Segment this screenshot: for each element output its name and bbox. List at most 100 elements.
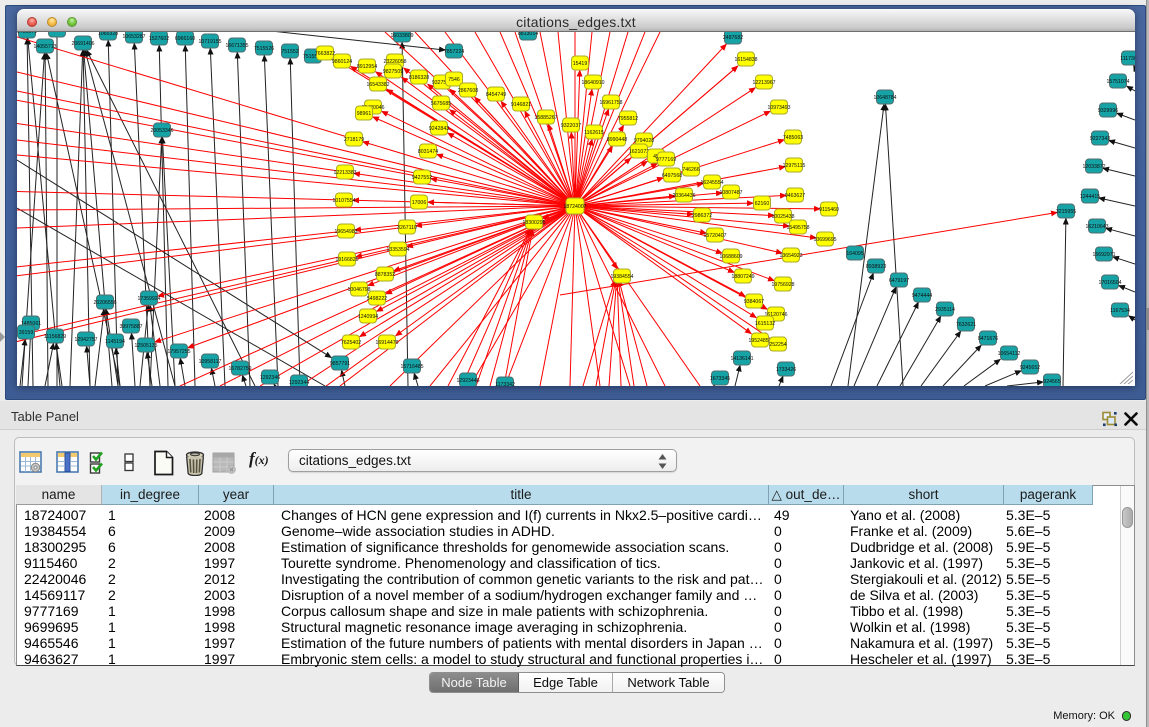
svg-text:8471676: 8471676	[978, 336, 998, 342]
svg-text:17006: 17006	[412, 200, 427, 206]
svg-text:9227343: 9227343	[1090, 136, 1110, 142]
svg-text:13353594: 13353594	[386, 247, 409, 253]
svg-text:1527602: 1527602	[149, 36, 169, 42]
svg-text:16543382: 16543382	[366, 82, 389, 88]
svg-text:1405571: 1405571	[17, 32, 37, 35]
svg-text:3267110: 3267110	[397, 225, 417, 231]
svg-text:19756928: 19756928	[771, 282, 794, 288]
svg-text:1173342: 1173342	[495, 382, 515, 386]
svg-text:17016504: 17016504	[1098, 280, 1121, 286]
svg-text:16154838: 16154838	[734, 57, 757, 63]
svg-text:1145194: 1145194	[105, 339, 125, 345]
svg-text:7663822: 7663822	[315, 51, 335, 57]
svg-text:17957255: 17957255	[167, 349, 190, 355]
svg-text:19166825: 19166825	[335, 257, 358, 263]
svg-text:924565: 924565	[1043, 379, 1060, 385]
svg-text:8813014: 8813014	[518, 32, 538, 37]
svg-text:10654112: 10654112	[998, 351, 1021, 357]
svg-text:18300295: 18300295	[522, 220, 545, 226]
svg-text:10688609: 10688609	[719, 254, 742, 260]
svg-text:16671355: 16671355	[225, 43, 248, 49]
svg-text:9322037: 9322037	[561, 123, 581, 129]
svg-text:14136141: 14136141	[730, 356, 753, 362]
svg-text:12213383: 12213383	[333, 170, 356, 176]
svg-text:8878352: 8878352	[375, 272, 395, 278]
svg-text:1615132: 1615132	[755, 321, 775, 327]
svg-text:8031474: 8031474	[418, 149, 438, 155]
svg-text:9827509: 9827509	[383, 69, 403, 75]
svg-text:10699695: 10699695	[813, 237, 836, 243]
svg-text:15751074: 15751074	[1106, 79, 1129, 85]
svg-text:12505135: 12505135	[134, 343, 157, 349]
svg-text:9115460: 9115460	[819, 207, 839, 213]
svg-text:20364436: 20364436	[672, 193, 695, 199]
svg-text:9242843: 9242843	[429, 126, 449, 132]
svg-text:10653287: 10653287	[122, 34, 145, 40]
svg-text:19384554: 19384554	[610, 274, 633, 280]
svg-text:12213967: 12213967	[752, 80, 775, 86]
svg-text:10648784: 10648784	[873, 95, 896, 101]
svg-text:1621072: 1621072	[629, 149, 649, 155]
svg-text:16914479: 16914479	[375, 340, 398, 346]
svg-text:9245652: 9245652	[1020, 365, 1040, 371]
svg-text:98961: 98961	[357, 111, 372, 117]
svg-text:12942757: 12942757	[74, 337, 97, 343]
svg-text:8990448: 8990448	[607, 137, 627, 143]
svg-text:18724007: 18724007	[563, 204, 586, 210]
svg-text:3215955: 3215955	[1056, 209, 1076, 215]
svg-text:9384067: 9384067	[744, 299, 764, 305]
svg-text:9329996: 9329996	[1098, 108, 1118, 114]
svg-text:10958117: 10958117	[199, 359, 222, 365]
svg-text:10973493: 10973493	[767, 105, 790, 111]
svg-text:20206556: 20206556	[93, 300, 116, 306]
svg-text:2487682: 2487682	[723, 35, 743, 41]
svg-text:12033872: 12033872	[1082, 164, 1105, 170]
svg-text:2935114: 2935114	[935, 307, 955, 313]
svg-text:2718179: 2718179	[344, 137, 364, 143]
svg-text:9857791: 9857791	[330, 361, 350, 367]
svg-text:39159: 39159	[19, 330, 34, 336]
svg-text:7632621: 7632621	[956, 322, 976, 328]
svg-text:18807249: 18807249	[731, 274, 754, 280]
svg-text:7546: 7546	[448, 77, 460, 83]
svg-text:1162615: 1162615	[584, 130, 604, 136]
svg-text:751552: 751552	[281, 49, 298, 55]
svg-text:1292346: 1292346	[260, 375, 280, 381]
svg-text:5498222: 5498222	[367, 296, 387, 302]
svg-text:14055713: 14055713	[33, 44, 56, 50]
svg-text:18640910: 18640910	[581, 80, 604, 86]
svg-text:1244415: 1244415	[1080, 194, 1100, 200]
svg-text:16210643: 16210643	[1085, 224, 1108, 230]
svg-text:8912954: 8912954	[357, 64, 377, 70]
svg-text:1673345: 1673345	[710, 376, 730, 382]
svg-text:12923446: 12923446	[456, 378, 479, 384]
svg-text:2986372: 2986372	[692, 213, 712, 219]
svg-text:1167534: 1167534	[1110, 308, 1130, 314]
svg-text:9794028: 9794028	[634, 138, 654, 144]
svg-text:7515526: 7515526	[254, 46, 274, 52]
svg-text:20691406: 20691406	[71, 41, 94, 47]
svg-text:1240994: 1240994	[358, 314, 378, 320]
svg-text:15716485: 15716485	[400, 364, 423, 370]
svg-text:15720407: 15720407	[703, 233, 726, 239]
svg-text:252254: 252254	[769, 342, 786, 348]
svg-text:16033809: 16033809	[390, 33, 413, 39]
svg-text:39975887: 39975887	[119, 324, 142, 330]
svg-text:7485063: 7485063	[783, 135, 803, 141]
svg-text:20053346: 20053346	[150, 128, 173, 134]
svg-text:10807487: 10807487	[719, 190, 742, 196]
svg-text:1065328: 1065328	[98, 32, 118, 37]
svg-text:9860124: 9860124	[332, 59, 352, 65]
svg-text:15419: 15419	[573, 61, 588, 67]
svg-text:5675685: 5675685	[431, 101, 451, 107]
svg-text:10107554: 10107554	[332, 198, 355, 204]
svg-text:15692971: 15692971	[1092, 252, 1115, 258]
svg-text:9777169: 9777169	[656, 157, 676, 163]
svg-text:11156829: 11156829	[44, 334, 66, 340]
svg-text:7857224: 7857224	[444, 49, 464, 55]
svg-text:1733426: 1733426	[776, 367, 796, 373]
svg-text:164095: 164095	[846, 251, 863, 257]
svg-text:16782759: 16782759	[228, 366, 251, 372]
svg-text:16245554: 16245554	[700, 180, 723, 186]
svg-text:9474444: 9474444	[912, 293, 932, 299]
